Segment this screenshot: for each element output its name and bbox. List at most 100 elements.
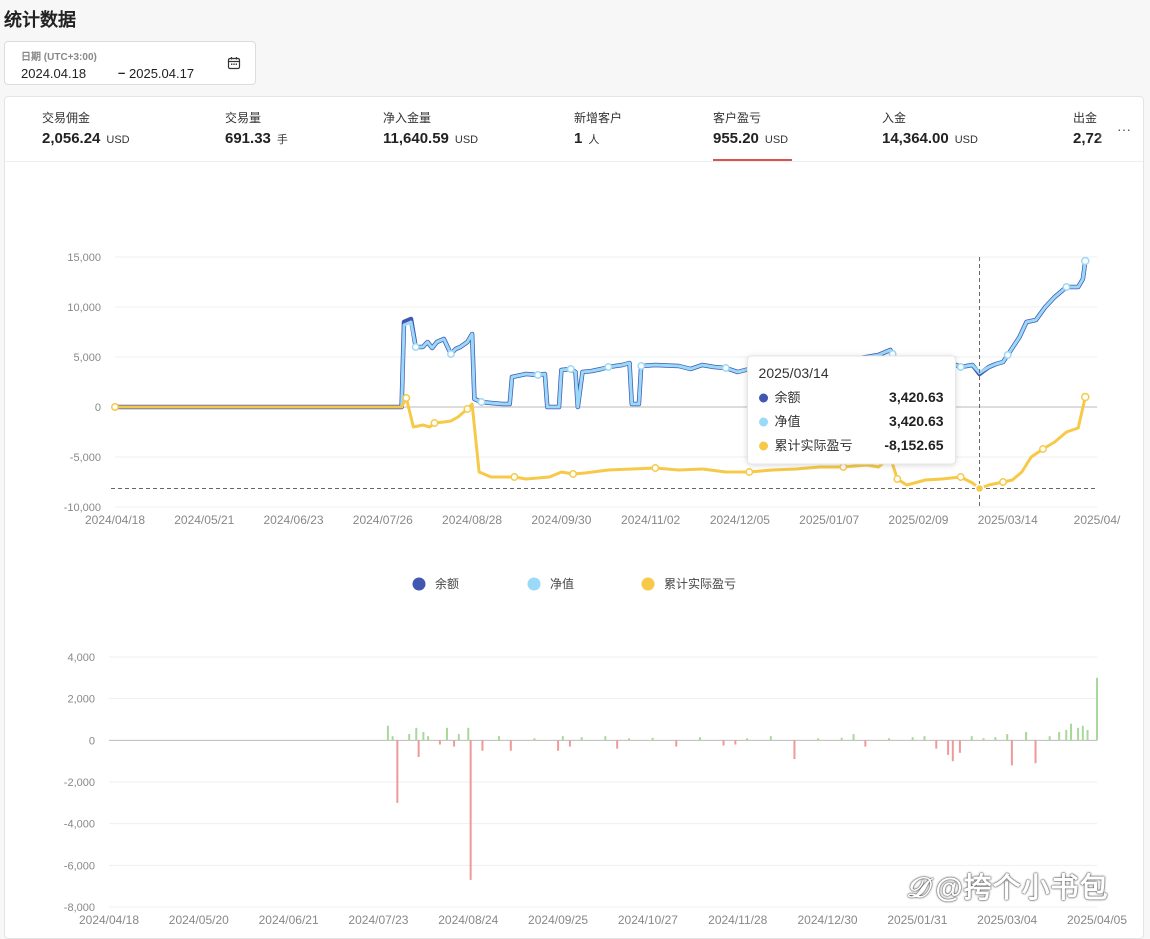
series-point bbox=[1062, 283, 1071, 291]
series-end-point bbox=[1081, 256, 1090, 266]
pnl-bar bbox=[1070, 723, 1072, 741]
pnl-bar bbox=[911, 737, 914, 741]
chart-tooltip: 2025/03/14 余额 3,420.63 净值 3,420.63 累计实际盈亏 -8,1… bbox=[747, 355, 957, 465]
series-point bbox=[111, 403, 119, 411]
series-point bbox=[446, 350, 455, 358]
tooltip-series-value: 3,420.63 bbox=[889, 413, 944, 429]
legend-item-label: 净值 bbox=[550, 576, 574, 591]
series-point bbox=[510, 473, 519, 481]
stat-client-pnl[interactable]: 客户盈亏 955.20 USD bbox=[713, 109, 793, 161]
pnl-bar bbox=[557, 740, 560, 751]
x-tick-label: 2024/06/21 bbox=[259, 913, 319, 927]
pnl-bar bbox=[923, 736, 926, 741]
x-tick-label: 2025/01/31 bbox=[887, 913, 947, 927]
series-point bbox=[999, 478, 1007, 486]
tooltip-date: 2025/03/14 bbox=[759, 365, 829, 381]
more-button[interactable]: ··· bbox=[1105, 97, 1143, 161]
pnl-bar bbox=[1086, 729, 1089, 741]
pnl-bar bbox=[427, 736, 430, 741]
pnl-bar bbox=[438, 740, 441, 745]
x-tick-label: 2025/01/07 bbox=[799, 513, 859, 527]
date-range-label: 日期 (UTC+3:00) bbox=[21, 52, 97, 63]
series-point bbox=[956, 473, 965, 481]
statistics-card: 交易佣金 2,056.24 USD 交易量 691.33 手 净入金量 11,640… bbox=[4, 96, 1144, 939]
pnl-bar bbox=[415, 727, 418, 741]
pnl-bar bbox=[675, 740, 678, 747]
x-tick-label: 2025/04/05 bbox=[1067, 913, 1127, 927]
date-end-value[interactable]: 2025.04.17 bbox=[129, 66, 194, 81]
series-point bbox=[1003, 351, 1012, 359]
series-point bbox=[477, 398, 486, 406]
pnl-bar bbox=[481, 740, 484, 751]
y-tick-label: 2,000 bbox=[67, 694, 95, 706]
pnl-bar bbox=[982, 738, 985, 741]
x-tick-label: 2024/07/26 bbox=[353, 513, 413, 527]
pnl-bar bbox=[1048, 736, 1051, 741]
stat-deposit[interactable]: 入金 14,364.00 USD bbox=[882, 109, 978, 148]
x-tick-label: 2024/12/05 bbox=[710, 513, 770, 527]
pnl-bar bbox=[533, 738, 536, 741]
pnl-bar bbox=[422, 732, 425, 741]
pnl-bar bbox=[469, 740, 472, 880]
y-tick-label: 15,000 bbox=[67, 252, 101, 264]
x-tick-label: 2024/07/23 bbox=[348, 913, 408, 927]
pnl-bar bbox=[509, 740, 512, 751]
calendar-icon[interactable] bbox=[227, 56, 241, 70]
x-tick-label: 2024/09/30 bbox=[531, 513, 591, 527]
x-tick-label: 2024/09/25 bbox=[528, 913, 588, 927]
y-tick-label: 10,000 bbox=[67, 302, 101, 314]
series-point bbox=[604, 363, 613, 371]
stat-net-deposit[interactable]: 净入金量 11,640.59 USD bbox=[383, 109, 478, 148]
legend-swatch bbox=[412, 577, 426, 591]
x-tick-label: 2024/04/18 bbox=[85, 513, 145, 527]
pnl-bar bbox=[651, 737, 654, 741]
line-chart: 15,00010,0005,0000-5,000-10,0002024/04/1… bbox=[64, 252, 1121, 527]
y-tick-label: 0 bbox=[95, 402, 101, 414]
pnl-bar bbox=[1025, 732, 1028, 741]
series-point bbox=[430, 419, 439, 427]
pnl-bar bbox=[698, 737, 701, 741]
stat-new-clients[interactable]: 新增客户 1人 bbox=[574, 109, 622, 148]
pnl-bar bbox=[391, 736, 394, 741]
y-tick-label: 5,000 bbox=[73, 352, 101, 364]
x-tick-label: 2025/02/09 bbox=[888, 513, 948, 527]
pnl-bar bbox=[888, 738, 890, 741]
tooltip-series-value: -8,152.65 bbox=[884, 437, 943, 453]
legend-item-label: 累计实际盈亏 bbox=[664, 576, 736, 591]
tooltip-series-name: 累计实际盈亏 bbox=[775, 438, 853, 453]
date-separator: – bbox=[118, 65, 126, 80]
legend-swatch bbox=[527, 577, 541, 591]
pnl-bar bbox=[604, 736, 607, 741]
series-point bbox=[956, 363, 965, 371]
date-start-value[interactable]: 2024.04.18 bbox=[21, 66, 86, 81]
x-tick-label: 2025/03/04 bbox=[977, 913, 1037, 927]
pnl-bar bbox=[561, 736, 564, 741]
tooltip-series-name: 余额 bbox=[775, 390, 801, 405]
pnl-bar bbox=[580, 737, 583, 741]
tooltip-swatch bbox=[759, 441, 769, 451]
pnl-bar bbox=[769, 736, 772, 741]
tooltip-series-name: 净值 bbox=[775, 414, 801, 429]
y-tick-label: -6,000 bbox=[64, 860, 95, 872]
legend-swatch bbox=[641, 577, 655, 591]
stat-commission[interactable]: 交易佣金 2,056.24 USD bbox=[42, 109, 130, 148]
watermark-text: @挎个小书包 bbox=[935, 872, 1109, 903]
series-point bbox=[745, 468, 754, 476]
pnl-bar bbox=[1034, 740, 1037, 764]
series-point bbox=[637, 362, 646, 370]
pnl-bar bbox=[1006, 734, 1009, 741]
y-tick-label: -2,000 bbox=[64, 777, 95, 789]
x-tick-label: 2024/06/23 bbox=[264, 513, 324, 527]
series-point bbox=[533, 371, 542, 379]
x-tick-label: 2024/04/18 bbox=[79, 913, 139, 927]
pnl-bar bbox=[457, 734, 460, 741]
pnl-bar bbox=[1010, 740, 1013, 766]
pnl-bar bbox=[947, 740, 950, 755]
pnl-bar bbox=[467, 727, 470, 741]
y-tick-label: 4,000 bbox=[67, 652, 95, 664]
x-tick-label: 2024/08/28 bbox=[442, 513, 502, 527]
y-tick-label: 0 bbox=[89, 735, 95, 747]
date-range-picker[interactable]: 日期 (UTC+3:00) 2024.04.18 – 2025.04.17 bbox=[4, 41, 256, 85]
stats-tab-bar: 交易佣金 2,056.24 USD 交易量 691.33 手 净入金量 11,640… bbox=[5, 97, 1143, 162]
stat-volume[interactable]: 交易量 691.33 手 bbox=[225, 109, 288, 148]
